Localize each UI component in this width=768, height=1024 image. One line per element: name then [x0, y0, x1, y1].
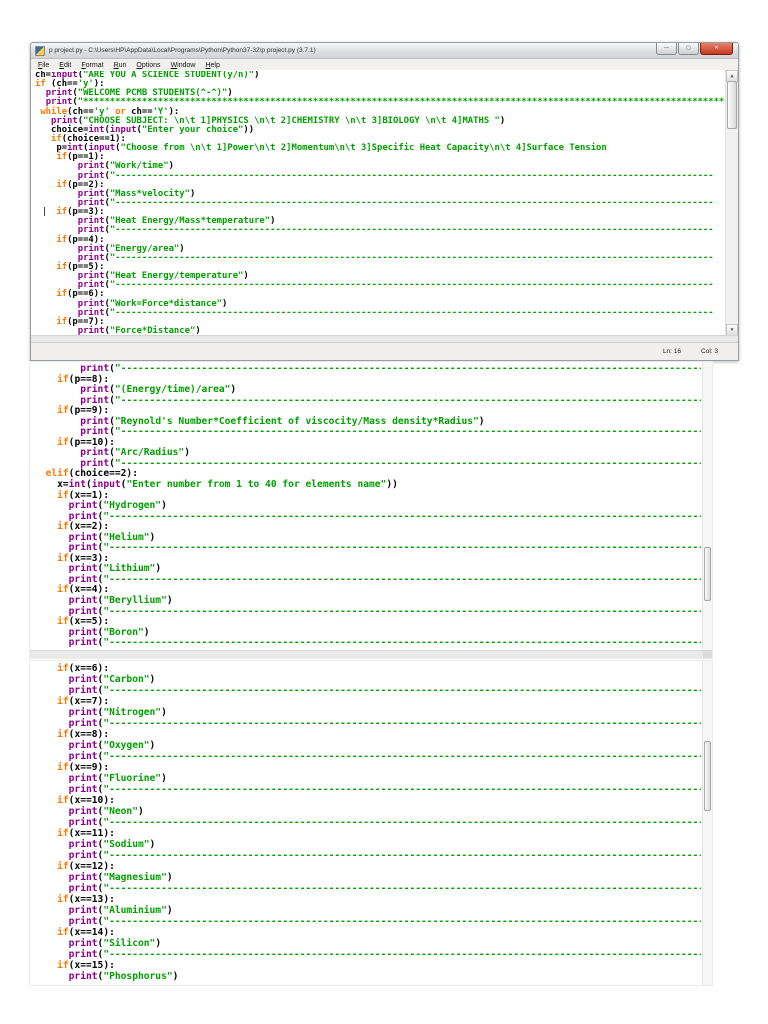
code-line: if(x==14):: [57, 927, 115, 938]
code-line: if(x==15):: [57, 960, 115, 971]
code-line: print("Aluminium"): [68, 905, 173, 916]
code-line: print("---------------------------------…: [68, 817, 701, 828]
code-line: print("---------------------------------…: [68, 850, 701, 861]
code-line: print("---------------------------------…: [77, 280, 714, 291]
menu-item-run[interactable]: Run: [109, 62, 132, 69]
code-line: print("---------------------------------…: [77, 197, 714, 208]
code-line: print("---------------------------------…: [68, 573, 701, 585]
close-button[interactable]: ✕: [700, 43, 733, 55]
code-line: print("---------------------------------…: [68, 949, 701, 960]
code-line: print("---------------------------------…: [77, 307, 714, 318]
code-line: print("---------------------------------…: [68, 685, 701, 696]
python-file-icon: [35, 45, 45, 56]
code-line: print("Magnesium"): [68, 872, 173, 883]
code-line: if(x==9):: [57, 762, 110, 773]
code-line: p=int(input("Choose from \n\t 1]Power\n\…: [35, 143, 607, 154]
code-line: if(x==10):: [57, 795, 115, 806]
menu-item-edit[interactable]: Edit: [54, 62, 76, 69]
code-line: if(x==12):: [57, 861, 115, 872]
menu-item-help[interactable]: Help: [200, 62, 224, 69]
title-bar[interactable]: p project.py - C:\Users\HP\AppData\Local…: [31, 43, 738, 59]
code-area[interactable]: if(x==6): print("Carbon") print("-------…: [34, 663, 701, 983]
code-line: ch=input("ARE YOU A SCIENCE STUDENT(y/n)…: [35, 71, 260, 80]
code-line: print("---------------------------------…: [68, 542, 701, 554]
code-screenshot-3: if(x==6): print("Carbon") print("-------…: [30, 661, 712, 985]
code-line: print("---------------------------------…: [68, 916, 701, 927]
code-line: print("Silicon"): [68, 938, 162, 949]
scrollbar-thumb[interactable]: [727, 81, 737, 129]
scrollbar-thumb[interactable]: [704, 741, 711, 811]
vertical-scrollbar[interactable]: [702, 362, 712, 651]
code-line: print("---------------------------------…: [77, 225, 714, 236]
code-line: choice=int(input("Enter your choice")): [35, 124, 255, 135]
code-line: if(x==8):: [57, 729, 110, 740]
code-line: print("Oxygen"): [68, 740, 156, 751]
code-area[interactable]: ch=input("ARE YOU A SCIENCE STUDENT(y/n)…: [35, 71, 725, 336]
minimize-button[interactable]: —: [656, 43, 677, 55]
scrollbar-thumb[interactable]: [704, 547, 711, 601]
code-line: if(x==13):: [57, 894, 115, 905]
code-line: print("Sodium"): [68, 839, 156, 850]
code-screenshot-2: print("---------------------------------…: [30, 362, 712, 658]
window-controls: — ▢ ✕: [656, 43, 733, 55]
status-bar: Ln: 16 Col: 3: [31, 342, 738, 360]
code-line: if(x==6):: [57, 663, 110, 674]
vertical-scrollbar[interactable]: ▲ ▼: [725, 70, 738, 336]
code-line: print("---------------------------------…: [80, 426, 701, 438]
menu-item-format[interactable]: Format: [76, 62, 108, 69]
horizontal-scrollbar[interactable]: [30, 650, 712, 658]
code-line: if(x==11):: [57, 828, 115, 839]
code-line: print("Fluorine"): [68, 773, 167, 784]
code-line: print("---------------------------------…: [80, 364, 701, 374]
code-editor[interactable]: ch=input("ARE YOU A SCIENCE STUDENT(y/n)…: [31, 70, 738, 336]
code-line: print("Nitrogen"): [68, 707, 167, 718]
maximize-button[interactable]: ▢: [678, 43, 699, 55]
menu-item-options[interactable]: Options: [131, 62, 165, 69]
code-line: print("---------------------------------…: [80, 394, 701, 406]
status-line-number: Ln: 16: [662, 348, 682, 355]
code-line: print("Carbon"): [68, 674, 156, 685]
menu-item-file[interactable]: File: [33, 62, 54, 69]
idle-window: p project.py - C:\Users\HP\AppData\Local…: [30, 42, 739, 361]
status-column-number: Col: 3: [701, 348, 718, 355]
vertical-scrollbar[interactable]: [702, 661, 712, 985]
code-line: x=int(input("Enter number from 1 to 40 f…: [34, 479, 398, 491]
code-line: print("---------------------------------…: [68, 718, 701, 729]
menu-item-window[interactable]: Window: [166, 62, 201, 69]
code-line: print("---------------------------------…: [77, 252, 714, 263]
code-line: print("---------------------------------…: [77, 170, 714, 181]
code-line: print("---------------------------------…: [68, 784, 701, 795]
code-line: print("Neon"): [68, 806, 144, 817]
code-area[interactable]: print("---------------------------------…: [34, 364, 701, 650]
code-line: if(x==7):: [57, 696, 110, 707]
window-title: p project.py - C:\Users\HP\AppData\Local…: [49, 47, 316, 54]
code-line: print("---------------------------------…: [68, 605, 701, 617]
code-line: print("---------------------------------…: [68, 883, 701, 894]
code-line: print("---------------------------------…: [68, 510, 701, 522]
code-line: print("---------------------------------…: [68, 751, 701, 762]
code-line: print("---------------------------------…: [68, 637, 701, 649]
scrollbar-corner: [703, 651, 712, 658]
code-line: print("Phosphorus"): [68, 971, 179, 982]
